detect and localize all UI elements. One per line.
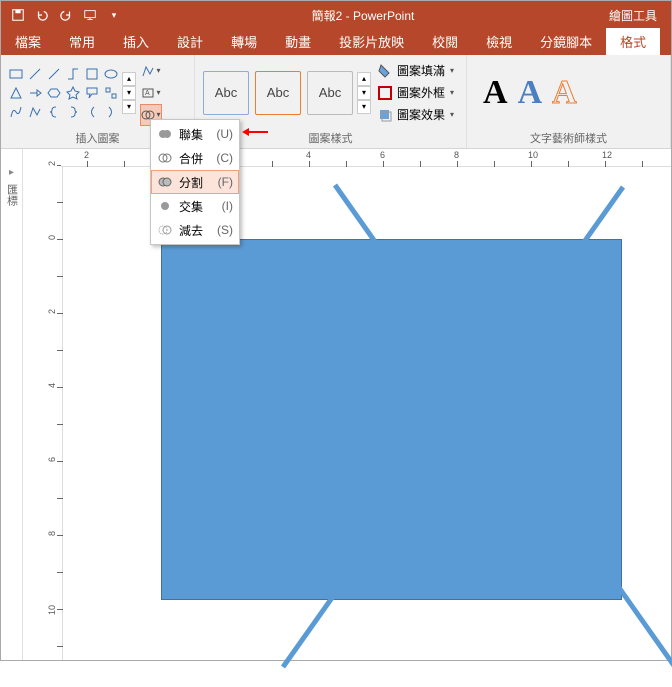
tab-format[interactable]: 格式 [606,28,660,55]
style-nav-down[interactable]: ▾ [357,86,371,100]
combine-icon [157,150,173,166]
tab-review[interactable]: 校閱 [418,28,472,55]
menu-item-combine[interactable]: 合併 (C) [151,146,239,170]
shapes-nav-up[interactable]: ▴ [122,72,136,86]
style-nav-up[interactable]: ▴ [357,72,371,86]
union-icon [157,126,173,142]
menu-label: 合併 [179,150,210,167]
save-button[interactable] [7,4,29,26]
effects-label: 圖案效果 [397,106,445,123]
ribbon: ▴ ▾ ▾ ▾ A▾ ▾ 插入圖案 Abc Abc Abc ▴ ▾ ▾ [1,55,671,149]
style-gallery-nav: ▴ ▾ ▾ [357,72,371,114]
shape-rectangle[interactable] [161,239,622,600]
intersect-icon [157,198,173,214]
style-sample-3[interactable]: Abc [307,71,353,115]
shape-rect2[interactable] [83,65,101,83]
shape-hex[interactable] [45,84,63,102]
wordart-gallery[interactable]: A A A [471,66,589,120]
shapes-gallery-nav: ▴ ▾ ▾ [122,72,136,114]
outline-label: 圖案外框 [397,84,445,101]
undo-button[interactable] [31,4,53,26]
menu-label: 減去 [179,222,211,239]
context-tab-label: 繪圖工具 [595,7,671,24]
chevron-right-icon: ▸ [9,167,14,178]
title-bar: ▾ 簡報2 - PowerPoint 繪圖工具 [1,1,671,29]
window-title: 簡報2 - PowerPoint [131,7,595,24]
menu-item-intersect[interactable]: 交集 (I) [151,194,239,218]
shape-curve[interactable] [7,103,25,121]
shape-outline-button[interactable]: 圖案外框▾ [373,82,458,104]
shape-lbrace[interactable] [45,103,63,121]
style-nav-more[interactable]: ▾ [357,100,371,114]
style-gallery[interactable]: Abc Abc Abc [199,67,357,119]
slide-panel-toggle[interactable]: ▸ 匯標 [1,149,23,660]
menu-label: 分割 [179,174,212,191]
quick-access-toolbar: ▾ [1,4,131,26]
shape-arrow[interactable] [26,84,44,102]
menu-label: 交集 [179,198,216,215]
menu-label: 聯集 [179,126,210,143]
ribbon-tabs: 檔案 常用 插入 設計 轉場 動畫 投影片放映 校閱 檢視 分鏡腳本 格式 [1,29,671,55]
group-label-wordart: 文字藝術師樣式 [467,130,670,148]
tab-transitions[interactable]: 轉場 [217,28,271,55]
shapes-nav-down[interactable]: ▾ [122,86,136,100]
shape-effects-button[interactable]: 圖案效果▾ [373,104,458,126]
ribbon-group-wordart: A A A 文字藝術師樣式 [467,55,671,148]
shape-fill-button[interactable]: 圖案填滿▾ [373,60,458,82]
tab-view[interactable]: 檢視 [472,28,526,55]
merge-shapes-menu: 聯集 (U) 合併 (C) 分割 (F) 交集 (I) 減去 (S) [150,119,240,245]
text-box-button[interactable]: A▾ [140,82,162,104]
shape-triangle[interactable] [7,84,25,102]
fragment-icon [157,174,173,190]
slideshow-button[interactable] [79,4,101,26]
shape-star[interactable] [64,84,82,102]
wordart-sample-3[interactable]: A [552,74,577,112]
menu-item-subtract[interactable]: 減去 (S) [151,218,239,242]
shape-freeform[interactable] [26,103,44,121]
wordart-sample-2[interactable]: A [518,74,543,112]
qat-customize-button[interactable]: ▾ [103,4,125,26]
tab-file[interactable]: 檔案 [1,28,55,55]
menu-accel: (S) [217,223,233,237]
workspace: ▸ 匯標 20246810 202468101214 [1,149,671,660]
style-sample-2[interactable]: Abc [255,71,301,115]
menu-accel: (C) [216,151,233,165]
menu-accel: (F) [218,175,233,189]
shape-more[interactable] [102,84,120,102]
shape-format-buttons: 圖案填滿▾ 圖案外框▾ 圖案效果▾ [371,58,460,128]
shape-callout[interactable] [83,84,101,102]
shape-line2[interactable] [45,65,63,83]
tab-home[interactable]: 常用 [55,28,109,55]
redo-button[interactable] [55,4,77,26]
tab-storyboard[interactable]: 分鏡腳本 [526,28,606,55]
shapes-gallery[interactable] [5,63,122,123]
shape-rparen[interactable] [102,103,120,121]
menu-item-union[interactable]: 聯集 (U) [151,122,239,146]
shape-lparen[interactable] [83,103,101,121]
edit-shape-button[interactable]: ▾ [140,60,162,82]
panel-label: 匯標 [4,184,20,206]
tab-insert[interactable]: 插入 [109,28,163,55]
shape-connector[interactable] [64,65,82,83]
menu-accel: (U) [216,127,233,141]
subtract-icon [157,222,173,238]
shapes-nav-more[interactable]: ▾ [122,100,136,114]
svg-text:A: A [145,90,150,97]
shape-oval[interactable] [102,65,120,83]
shape-rect[interactable] [7,65,25,83]
shape-line[interactable] [26,65,44,83]
wordart-sample-1[interactable]: A [483,74,508,112]
ruler-vertical: 20246810 [45,149,63,660]
menu-item-fragment[interactable]: 分割 (F) [151,170,239,194]
tab-design[interactable]: 設計 [163,28,217,55]
style-sample-1[interactable]: Abc [203,71,249,115]
shape-rbrace[interactable] [64,103,82,121]
tab-animations[interactable]: 動畫 [271,28,325,55]
menu-accel: (I) [222,199,233,213]
tab-slideshow[interactable]: 投影片放映 [325,28,418,55]
fill-label: 圖案填滿 [397,62,445,79]
